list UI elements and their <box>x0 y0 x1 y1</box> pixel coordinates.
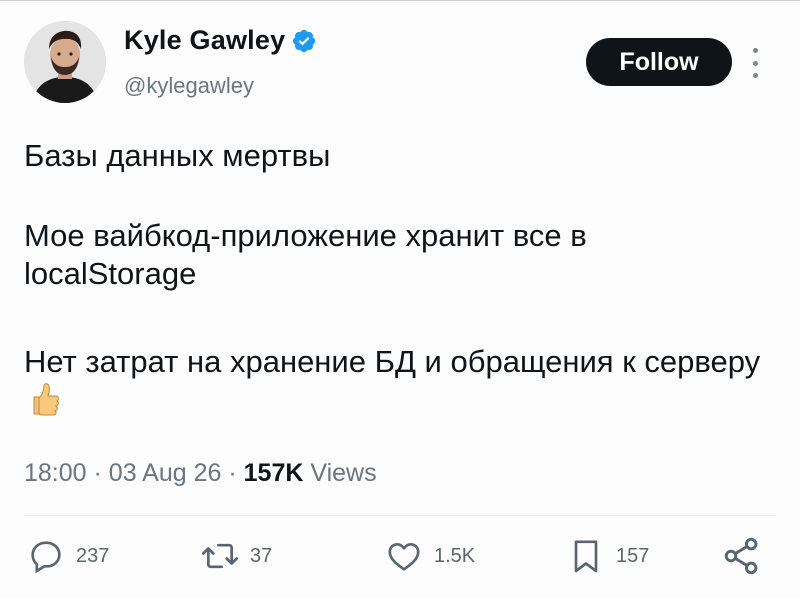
verified-badge-icon <box>293 29 316 52</box>
action-bar: 237 37 1.5K 157 <box>0 531 800 581</box>
views-count: 157K <box>243 459 304 487</box>
avatar[interactable] <box>24 21 106 103</box>
repost-button[interactable]: 37 <box>200 531 272 581</box>
tweet-card: Kyle Gawley @kylegawley Follow Базы данн… <box>0 0 800 598</box>
repost-count: 37 <box>250 544 273 567</box>
tweet-paragraph-text: Нет затрат на хранение БД и обращения к … <box>24 344 761 379</box>
bookmark-count: 157 <box>616 544 650 567</box>
divider <box>24 515 776 516</box>
repost-icon <box>202 543 239 569</box>
meta-separator: · <box>228 459 237 487</box>
thumbs-up-emoji-icon <box>33 383 59 416</box>
share-icon <box>724 537 758 575</box>
share-button[interactable] <box>720 531 764 581</box>
tweet-paragraph: Мое вайбкод-приложение хранит все в loca… <box>24 218 587 291</box>
tweet-meta: 18:00 · 03 Aug 26 · 157K Views <box>24 459 377 488</box>
bookmark-icon <box>574 540 598 573</box>
reply-icon <box>31 541 61 574</box>
tweet-date[interactable]: 03 Aug 26 <box>109 459 222 487</box>
tweet-paragraph: Нет затрат на хранение БД и обращения к … <box>24 343 764 419</box>
reply-button[interactable]: 237 <box>26 531 109 581</box>
meta-separator: · <box>93 459 102 487</box>
author-display-name[interactable]: Kyle Gawley <box>124 25 285 56</box>
follow-button[interactable]: Follow <box>586 38 732 86</box>
tweet-paragraph: Базы данных мертвы <box>24 138 331 173</box>
more-vertical-icon[interactable] <box>748 46 762 80</box>
author-handle[interactable]: @kylegawley <box>124 73 254 99</box>
views-label: Views <box>310 459 377 487</box>
bookmark-button[interactable]: 157 <box>566 531 649 581</box>
like-button[interactable]: 1.5K <box>384 531 475 581</box>
like-count: 1.5K <box>434 544 476 567</box>
avatar-photo <box>24 21 106 103</box>
tweet-time[interactable]: 18:00 <box>24 459 87 487</box>
author-name-row[interactable]: Kyle Gawley <box>124 25 317 56</box>
reply-count: 237 <box>76 544 110 567</box>
heart-icon <box>388 543 420 571</box>
